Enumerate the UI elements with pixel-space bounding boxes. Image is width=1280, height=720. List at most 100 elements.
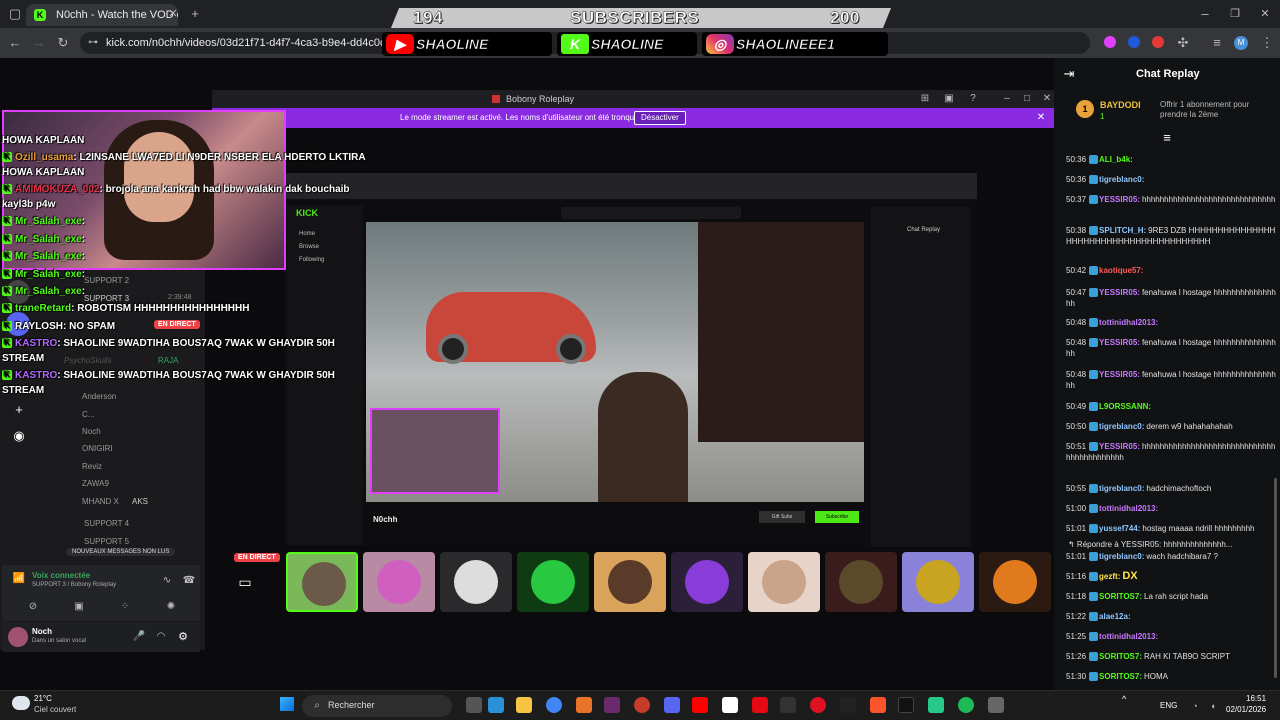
close-notice-icon[interactable]: ✕ — [1032, 108, 1050, 128]
extension-icon[interactable] — [1104, 36, 1116, 48]
member-name[interactable]: Anderson — [82, 392, 116, 401]
participant-tile[interactable] — [748, 552, 820, 612]
participant-tile[interactable] — [440, 552, 512, 612]
member-name[interactable]: ONIGIRI — [82, 444, 113, 453]
brave-icon[interactable] — [870, 697, 886, 713]
spotify-icon[interactable] — [958, 697, 974, 713]
channel-support-5[interactable]: SUPPORT 5 — [84, 537, 129, 546]
site-info-icon[interactable]: ⊶ — [84, 33, 102, 53]
netflix-icon[interactable] — [752, 697, 768, 713]
app-taskbar-icon[interactable] — [488, 697, 504, 713]
app-taskbar-icon[interactable] — [928, 697, 944, 713]
settings-gear-icon[interactable]: ⚙ — [174, 627, 192, 647]
message-username[interactable]: tigreblanc0: — [1099, 484, 1144, 493]
reading-list-icon[interactable]: ≡ — [1208, 33, 1226, 53]
tab-close-icon[interactable]: ✕ — [164, 4, 182, 24]
member-name[interactable]: Reviz — [82, 462, 102, 471]
microphone-icon[interactable]: 🎤 — [130, 627, 148, 647]
message-username[interactable]: SORITOS7: — [1099, 672, 1142, 681]
member-name[interactable]: RAJA — [158, 356, 178, 365]
windows-start-icon[interactable] — [280, 697, 294, 711]
member-name[interactable]: PsychoSkulls — [64, 356, 112, 365]
message-username[interactable]: tigreblanc0: — [1099, 175, 1144, 184]
message-username[interactable]: kaotique57: — [1099, 266, 1143, 275]
new-tab-icon[interactable]: + — [186, 4, 204, 24]
extension-icon[interactable] — [1152, 36, 1164, 48]
back-icon[interactable]: ← — [6, 33, 24, 53]
file-explorer-icon[interactable] — [516, 697, 532, 713]
browser-menu-icon[interactable]: ⋮ — [1258, 33, 1276, 53]
help-icon[interactable]: ? — [964, 89, 982, 109]
message-username[interactable]: tigreblanc0: — [1099, 552, 1144, 561]
message-username[interactable]: YESSIR05: — [1099, 370, 1140, 379]
discord-icon[interactable] — [664, 697, 680, 713]
youtube-taskbar-icon[interactable] — [692, 697, 708, 713]
app-taskbar-icon[interactable] — [840, 697, 856, 713]
volume-icon[interactable]: ◖ — [1204, 696, 1222, 716]
voice-channel-name[interactable]: SUPPORT 3 / Bobony Roleplay — [32, 582, 116, 588]
new-messages-pill[interactable]: NOUVEAUX MESSAGES NON LUS — [66, 548, 176, 556]
message-username[interactable]: gezft: — [1099, 572, 1120, 581]
activities-icon[interactable]: ⁘ — [116, 597, 134, 617]
discover-icon[interactable]: ◉ — [10, 426, 28, 446]
tray-overflow-icon[interactable]: ^ — [1122, 694, 1126, 704]
message-username[interactable]: tottinidhal2013: — [1099, 318, 1158, 327]
message-username[interactable]: tigreblanc0: — [1099, 422, 1144, 431]
participant-tile[interactable] — [517, 552, 589, 612]
signal-icon[interactable]: 📶 — [10, 569, 28, 589]
chat-scrollbar[interactable] — [1274, 478, 1277, 678]
participant-tile[interactable] — [286, 552, 358, 612]
app-taskbar-icon[interactable] — [722, 697, 738, 713]
collapse-chat-icon[interactable]: ⇥ — [1060, 64, 1078, 84]
headphones-icon[interactable]: ◠ — [152, 627, 170, 647]
participant-tile[interactable] — [902, 552, 974, 612]
maximize-icon[interactable]: ❐ — [1226, 4, 1244, 24]
message-username[interactable]: YESSIR05: — [1099, 195, 1140, 204]
app-taskbar-icon[interactable] — [780, 697, 796, 713]
channel-support-4[interactable]: SUPPORT 4 — [84, 519, 129, 528]
window-close-icon[interactable]: ✕ — [1256, 4, 1274, 24]
message-username[interactable]: yussef744: — [1099, 524, 1140, 533]
member-name[interactable]: AKS — [132, 497, 148, 506]
grid-icon[interactable]: ⊞ — [916, 89, 934, 109]
wifi-icon[interactable]: ◔ — [1186, 696, 1204, 716]
member-name[interactable]: C... — [82, 410, 94, 419]
app-taskbar-icon[interactable] — [604, 697, 620, 713]
overlay-icon[interactable]: ▣ — [940, 89, 958, 109]
maximize-icon[interactable]: □ — [1018, 89, 1036, 109]
noise-suppression-icon[interactable]: ∿ — [158, 571, 176, 591]
forward-icon[interactable]: → — [30, 33, 48, 53]
minimize-icon[interactable]: – — [998, 89, 1016, 109]
chat-sort-icon[interactable]: ≡ — [1158, 128, 1176, 148]
minimize-icon[interactable]: – — [1196, 4, 1214, 24]
add-server-icon[interactable]: + — [10, 400, 28, 420]
message-username[interactable]: YESSIR05: — [1099, 442, 1140, 451]
participant-tile[interactable] — [363, 552, 435, 612]
profile-avatar[interactable]: M — [1234, 36, 1248, 50]
app-taskbar-icon[interactable] — [576, 697, 592, 713]
message-username[interactable]: SPLITCH_H: — [1099, 226, 1146, 235]
app-taskbar-icon[interactable] — [466, 697, 482, 713]
participant-tile[interactable] — [594, 552, 666, 612]
screen-share-icon[interactable]: ▣ — [70, 597, 88, 617]
member-name[interactable]: Noch — [82, 427, 101, 436]
disable-streamer-mode-button[interactable]: Désactiver — [634, 111, 686, 125]
message-username[interactable]: L9ORSSANN: — [1099, 402, 1151, 411]
member-name[interactable]: ZAWA9 — [82, 479, 109, 488]
participant-tile[interactable] — [979, 552, 1051, 612]
app-taskbar-icon[interactable] — [810, 697, 826, 713]
extensions-puzzle-icon[interactable]: ✣ — [1174, 33, 1192, 53]
taskbar-search-box[interactable]: ⌕ Rechercher — [302, 695, 452, 717]
message-username[interactable]: tottinidhal2013: — [1099, 632, 1158, 641]
app-taskbar-icon[interactable] — [634, 697, 650, 713]
extension-icon[interactable] — [1128, 36, 1140, 48]
participant-tile[interactable] — [671, 552, 743, 612]
tab-search-icon[interactable]: ▢ — [6, 4, 24, 24]
message-username[interactable]: SORITOS7: — [1099, 592, 1142, 601]
message-username[interactable]: ALI_b4k: — [1099, 155, 1133, 164]
member-name[interactable]: MHAND X — [82, 497, 119, 506]
chrome-icon[interactable] — [546, 697, 562, 713]
weather-cloud-icon[interactable] — [12, 696, 30, 710]
message-username[interactable]: tottinidhal2013: — [1099, 504, 1158, 513]
message-username[interactable]: SORITOS7: — [1099, 652, 1142, 661]
